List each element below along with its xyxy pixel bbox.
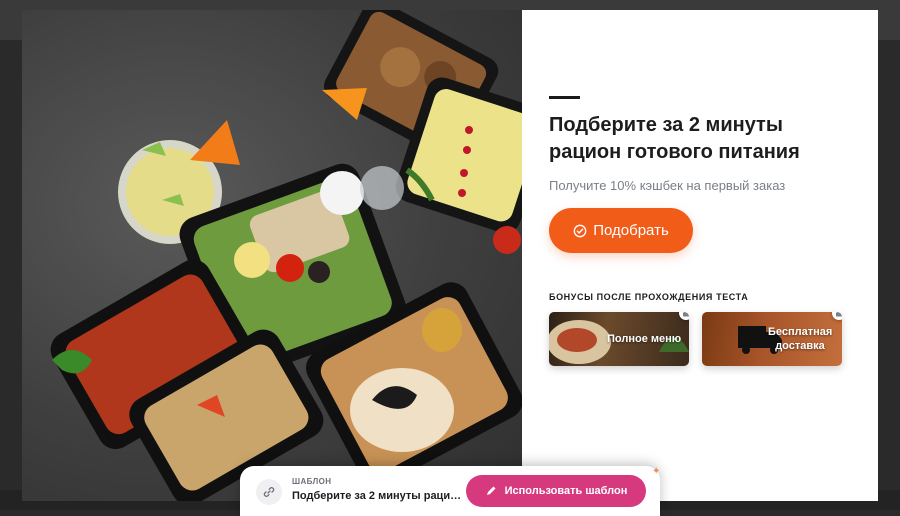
headline-line-1: Подберите за 2 минуты bbox=[549, 114, 783, 136]
use-template-button[interactable]: Использовать шаблон bbox=[466, 475, 646, 507]
bonus-card-full-menu: Полное меню bbox=[549, 312, 689, 366]
bonus-label-free-delivery: Бесплатная доставка bbox=[768, 325, 832, 353]
bonus-card-free-delivery: Бесплатная доставка bbox=[702, 312, 842, 366]
link-icon bbox=[263, 487, 275, 497]
pick-plan-button-label: Подобрать bbox=[593, 222, 669, 239]
pencil-icon bbox=[486, 486, 496, 495]
headline-line-2: рацион готового питания bbox=[549, 141, 800, 163]
check-circle-icon bbox=[573, 224, 587, 237]
decorative-dash bbox=[549, 96, 580, 99]
food-containers-photo bbox=[22, 10, 522, 501]
copy-link-button[interactable] bbox=[256, 479, 282, 505]
bonuses-title: БОНУСЫ ПОСЛЕ ПРОХОЖДЕНИЯ ТЕСТА bbox=[549, 292, 749, 302]
food-illustration bbox=[50, 10, 522, 501]
sparkle-decoration: ✦ bbox=[652, 466, 661, 477]
use-template-button-label: Использовать шаблон bbox=[504, 485, 628, 497]
quiz-popup-modal: Подберите за 2 минуты рацион готового пи… bbox=[22, 10, 878, 501]
template-title: Подберите за 2 минуты рацион готового пи… bbox=[292, 490, 464, 502]
cashback-subtitle: Получите 10% кэшбек на первый заказ bbox=[549, 178, 786, 193]
popup-headline: Подберите за 2 минуты рацион готового пи… bbox=[549, 112, 849, 166]
bonus-label-free-delivery-line-2: доставка bbox=[775, 340, 825, 352]
popup-content: Подберите за 2 минуты рацион готового пи… bbox=[522, 10, 878, 501]
pick-plan-button[interactable]: Подобрать bbox=[549, 208, 693, 253]
template-label: ШАБЛОН bbox=[292, 477, 332, 486]
bonus-label-full-menu: Полное меню bbox=[607, 333, 682, 345]
bonus-label-free-delivery-line-1: Бесплатная bbox=[768, 326, 833, 338]
template-bar: ШАБЛОН Подберите за 2 минуты рацион гото… bbox=[240, 466, 660, 516]
